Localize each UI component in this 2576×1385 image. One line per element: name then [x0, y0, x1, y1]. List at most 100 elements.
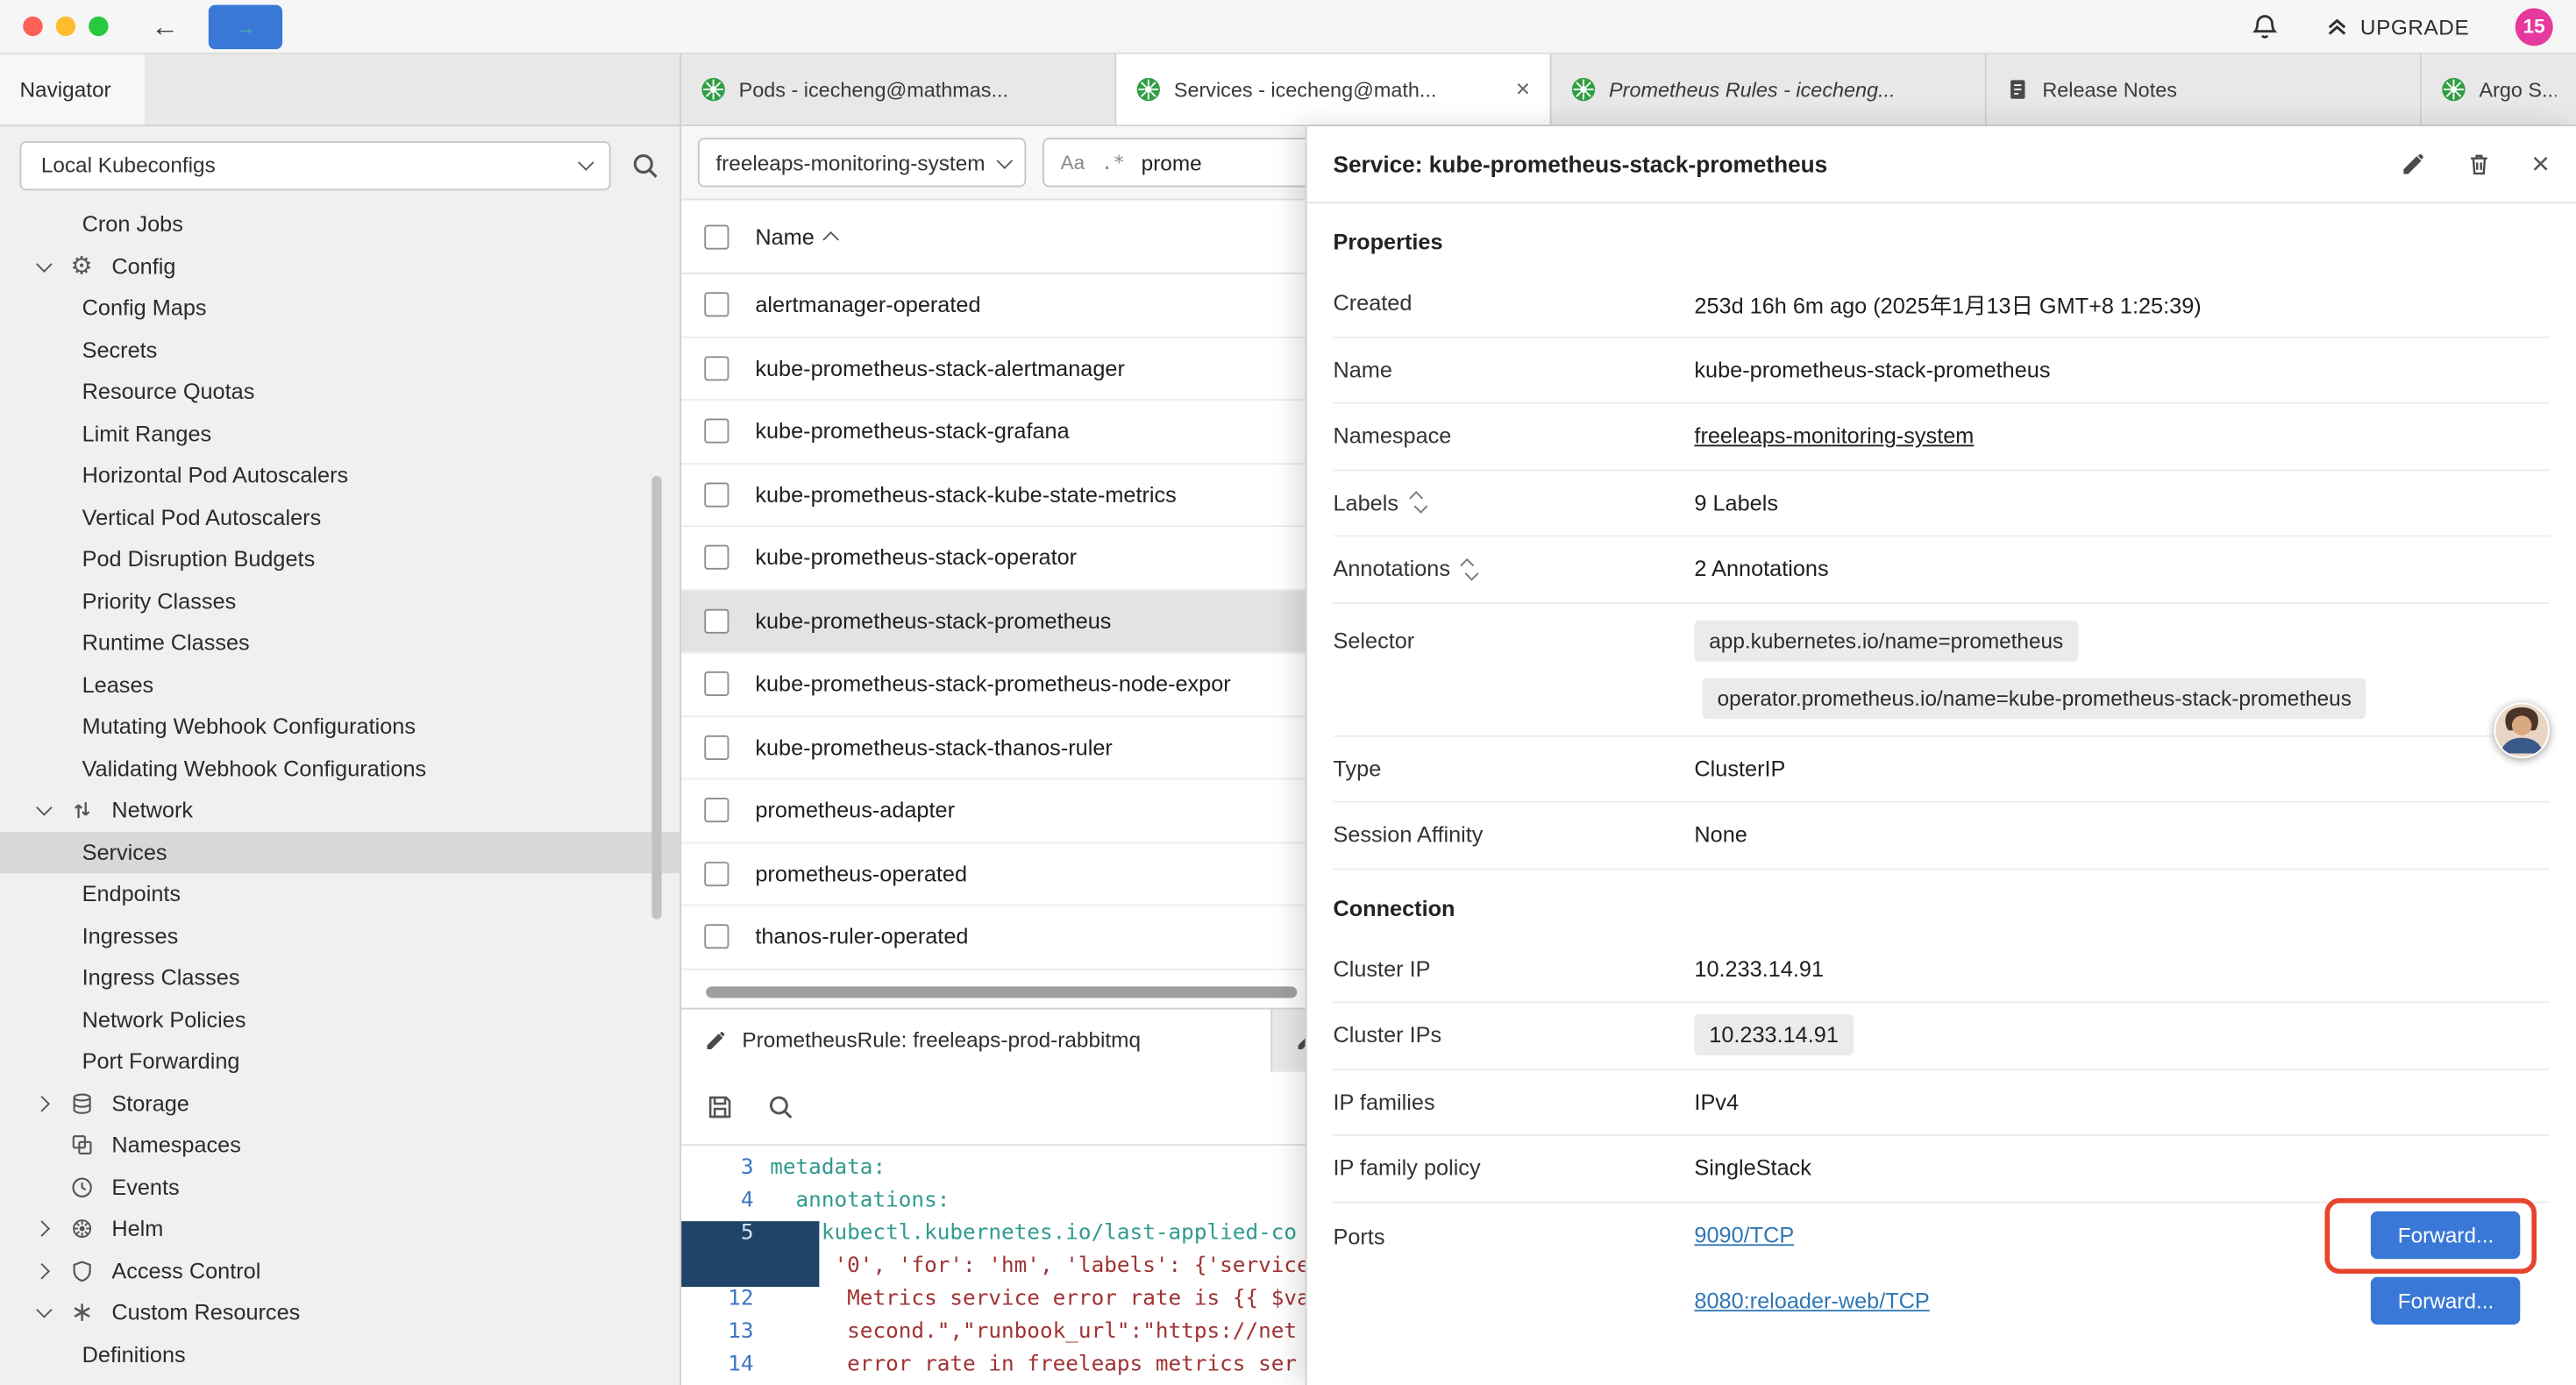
- sidebar-item-pod-disruption-budgets[interactable]: Pod Disruption Budgets: [0, 538, 680, 580]
- maximize-window-button[interactable]: [89, 17, 108, 36]
- chevron-down-icon[interactable]: [36, 800, 53, 817]
- sidebar-item-validating-webhook-configurations[interactable]: Validating Webhook Configurations: [0, 748, 680, 790]
- sidebar-item-runtime-classes[interactable]: Runtime Classes: [0, 622, 680, 664]
- row-checkbox[interactable]: [704, 608, 729, 633]
- match-case-icon[interactable]: Aa: [1061, 151, 1085, 174]
- sidebar-item-config-maps[interactable]: Config Maps: [0, 288, 680, 330]
- tab-close-icon[interactable]: ×: [1516, 75, 1530, 103]
- back-icon[interactable]: ←: [151, 12, 179, 40]
- select-all-checkbox[interactable]: [704, 224, 729, 249]
- selector-label: Selector: [1333, 620, 1694, 652]
- session-affinity-value: None: [1694, 823, 1747, 848]
- sidebar-item-custom-resources[interactable]: Custom Resources: [0, 1292, 680, 1334]
- edit-pencil-icon[interactable]: [2400, 151, 2426, 177]
- delete-trash-icon[interactable]: [2466, 151, 2492, 177]
- sidebar-item-storage[interactable]: Storage: [0, 1083, 680, 1125]
- sidebar-item-namespaces[interactable]: Namespaces: [0, 1125, 680, 1167]
- sidebar-item-events[interactable]: Events: [0, 1166, 680, 1208]
- sidebar-item-services[interactable]: Services: [0, 831, 680, 873]
- chevron-right-icon[interactable]: [33, 1263, 50, 1280]
- sidebar-item-label: Access Control: [111, 1259, 260, 1283]
- navigator-header: Navigator: [0, 54, 681, 125]
- row-checkbox[interactable]: [704, 545, 729, 570]
- sidebar-item-priority-classes[interactable]: Priority Classes: [0, 580, 680, 622]
- save-icon[interactable]: [706, 1093, 734, 1121]
- expand-collapse-icon[interactable]: [1465, 558, 1475, 580]
- sidebar-item-port-forwarding[interactable]: Port Forwarding: [0, 1041, 680, 1083]
- line-number: 12: [681, 1286, 770, 1318]
- chevron-right-icon[interactable]: [33, 1096, 50, 1112]
- port-9090-link[interactable]: 9090/TCP: [1694, 1223, 1794, 1247]
- line-number: 3: [681, 1154, 770, 1187]
- sidebar-item-helm[interactable]: Helm: [0, 1208, 680, 1250]
- sidebar-item-label: Port Forwarding: [82, 1049, 240, 1074]
- service-name: kube-prometheus-stack-kube-state-metrics: [755, 482, 1176, 507]
- chevron-down-icon[interactable]: [36, 256, 53, 273]
- sidebar-item-ingresses[interactable]: Ingresses: [0, 915, 680, 957]
- selector-badge: app.kubernetes.io/name=prometheus: [1694, 620, 2078, 661]
- name-column-header[interactable]: Name: [755, 224, 839, 249]
- row-checkbox[interactable]: [704, 862, 729, 886]
- kubeconfig-selector[interactable]: Local Kubeconfigs: [19, 140, 610, 189]
- row-checkbox[interactable]: [704, 419, 729, 444]
- port-8080-link[interactable]: 8080:reloader-web/TCP: [1694, 1289, 1929, 1313]
- sidebar-item-label: Config: [111, 254, 175, 279]
- sidebar-item-horizontal-pod-autoscalers[interactable]: Horizontal Pod Autoscalers: [0, 455, 680, 497]
- floating-assistant-avatar[interactable]: [2494, 702, 2550, 758]
- tab-label: Services - icecheng@math...: [1174, 78, 1437, 101]
- row-checkbox[interactable]: [704, 482, 729, 507]
- close-window-button[interactable]: [23, 17, 42, 36]
- tab-release-notes[interactable]: Release Notes: [1987, 54, 2422, 125]
- tab-pods[interactable]: Pods - icecheng@mathmas...: [681, 54, 1116, 125]
- expand-collapse-icon[interactable]: [1413, 491, 1423, 514]
- chevron-down-icon[interactable]: [36, 1303, 53, 1319]
- name-row: Name kube-prometheus-stack-prometheus: [1333, 337, 2550, 404]
- sidebar-item-label: Leases: [82, 672, 154, 697]
- row-checkbox[interactable]: [704, 735, 729, 759]
- drawer-close-icon[interactable]: ×: [2531, 148, 2550, 180]
- forward-button-8080[interactable]: Forward...: [2372, 1277, 2520, 1325]
- sidebar-item-leases[interactable]: Leases: [0, 664, 680, 706]
- service-name: alertmanager-operated: [755, 293, 980, 317]
- sidebar-search-icon[interactable]: [630, 150, 660, 180]
- selector-row: Selector app.kubernetes.io/name=promethe…: [1333, 603, 2550, 736]
- row-checkbox[interactable]: [704, 671, 729, 696]
- sidebar-item-label: Namespaces: [111, 1133, 241, 1157]
- sidebar-item-cron-jobs[interactable]: Cron Jobs: [0, 203, 680, 245]
- upgrade-button[interactable]: UPGRADE: [2324, 14, 2470, 39]
- sidebar-item-resource-quotas[interactable]: Resource Quotas: [0, 371, 680, 413]
- sidebar-item-endpoints[interactable]: Endpoints: [0, 873, 680, 915]
- sidebar-item-limit-ranges[interactable]: Limit Ranges: [0, 413, 680, 455]
- row-checkbox[interactable]: [704, 799, 729, 823]
- row-checkbox[interactable]: [704, 293, 729, 317]
- tab-prometheus-rules[interactable]: Prometheus Rules - icecheng...: [1552, 54, 1987, 125]
- sidebar-scrollbar[interactable]: [651, 476, 661, 920]
- tab-services[interactable]: Services - icecheng@math... ×: [1116, 54, 1551, 125]
- sidebar-item-secrets[interactable]: Secrets: [0, 329, 680, 371]
- sidebar-item-definitions[interactable]: Definitions: [0, 1333, 680, 1375]
- bell-icon[interactable]: [2250, 12, 2278, 40]
- forward-icon[interactable]: →: [209, 4, 282, 49]
- sidebar-item-ingress-classes[interactable]: Ingress Classes: [0, 957, 680, 999]
- namespace-link[interactable]: freeleaps-monitoring-system: [1694, 424, 1974, 449]
- row-checkbox[interactable]: [704, 356, 729, 380]
- sidebar-item-network-policies[interactable]: Network Policies: [0, 998, 680, 1041]
- regex-icon[interactable]: .*: [1101, 151, 1125, 174]
- sidebar-item-config[interactable]: ⚙ Config: [0, 245, 680, 288]
- minimize-window-button[interactable]: [56, 17, 75, 36]
- namespace-selector[interactable]: freeleaps-monitoring-system: [698, 138, 1027, 187]
- notification-count-badge[interactable]: 15: [2516, 7, 2553, 45]
- chevron-right-icon[interactable]: [33, 1221, 50, 1238]
- forward-button-9090[interactable]: Forward...: [2372, 1211, 2520, 1259]
- sidebar-item-network[interactable]: Network: [0, 790, 680, 832]
- sidebar-item-vertical-pod-autoscalers[interactable]: Vertical Pod Autoscalers: [0, 496, 680, 538]
- dock-tab-prometheusrule[interactable]: PrometheusRule: freeleaps-prod-rabbitmq: [681, 1009, 1272, 1071]
- code-text: metadata:: [770, 1154, 886, 1187]
- sidebar-item-mutating-webhook-configurations[interactable]: Mutating Webhook Configurations: [0, 706, 680, 748]
- editor-search-icon[interactable]: [766, 1093, 794, 1121]
- tab-argo[interactable]: Argo S...: [2422, 54, 2576, 125]
- code-text: Metrics service error rate is {{ $va: [770, 1286, 1310, 1318]
- sidebar-item-access-control[interactable]: Access Control: [0, 1250, 680, 1292]
- row-checkbox[interactable]: [704, 925, 729, 949]
- horizontal-scrollbar[interactable]: [706, 985, 1297, 997]
